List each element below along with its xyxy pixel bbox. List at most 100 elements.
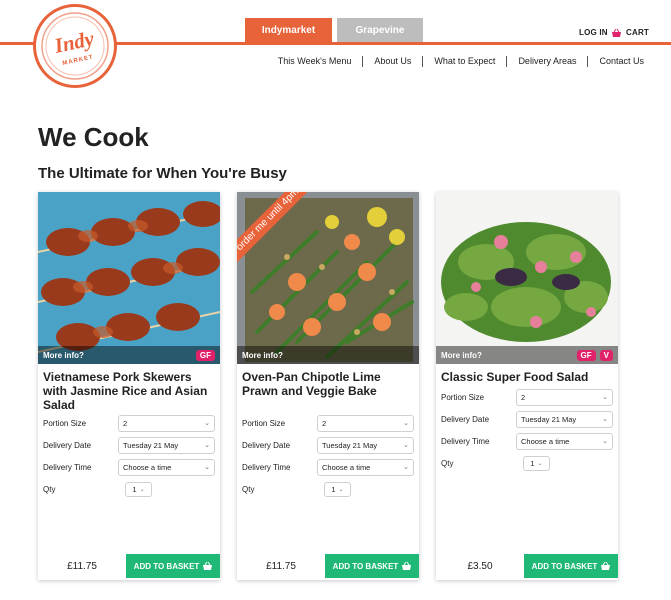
product-image[interactable]: order me until 4pm More info? [237,192,419,364]
time-row: Delivery Time Choose a time ⌄ [237,456,419,478]
diet-badges: GF V [576,349,613,361]
diet-badges: GF [195,349,215,361]
cart-label: CART [626,28,650,37]
chevron-down-icon: ⌄ [403,420,409,427]
add-to-basket-button[interactable]: ADD TO BASKET [126,554,220,578]
product-image[interactable]: More info? GF [38,192,220,364]
date-row: Delivery Date Tuesday 21 May ⌄ [436,408,618,430]
nav-about-us[interactable]: About Us [362,56,422,67]
date-row: Delivery Date Tuesday 21 May ⌄ [237,434,419,456]
logo-subtext: MARKET [62,54,94,66]
product-card: More info? GF Vietnamese Pork Skewers wi… [38,192,220,580]
chevron-down-icon: ⌄ [403,442,409,449]
delivery-time-label: Delivery Time [43,462,92,472]
basket-icon [601,562,611,570]
product-name: Vietnamese Pork Skewers with Jasmine Ric… [43,370,208,412]
chevron-down-icon: ⌄ [204,442,210,449]
portion-value: 2 [322,418,327,428]
qty-value: 1 [530,458,535,468]
portion-label: Portion Size [441,392,485,402]
qty-select[interactable]: 1 ⌄ [324,481,351,497]
qty-select[interactable]: 1 ⌄ [125,481,152,497]
chevron-down-icon: ⌄ [602,394,608,401]
basket-icon [402,562,412,570]
delivery-date-select[interactable]: Tuesday 21 May ⌄ [516,410,613,428]
add-to-basket-button[interactable]: ADD TO BASKET [524,554,618,578]
delivery-time-select[interactable]: Choose a time ⌄ [516,432,613,450]
card-footer: £11.75 ADD TO BASKET [237,552,419,580]
nav-this-weeks-menu[interactable]: This Week's Menu [267,56,363,67]
qty-row: Qty 1 ⌄ [436,452,618,474]
delivery-date-label: Delivery Date [43,440,92,450]
add-to-basket-label: ADD TO BASKET [332,561,399,571]
price: £11.75 [67,560,97,572]
delivery-time-value: Choose a time [123,462,172,472]
portion-select[interactable]: 2 ⌄ [118,414,215,432]
cart-link[interactable]: CART [612,28,649,37]
delivery-date-select[interactable]: Tuesday 21 May ⌄ [317,436,414,454]
portion-value: 2 [123,418,128,428]
product-card: order me until 4pm More info? Oven-Pan C… [237,192,419,580]
page-subtitle: The Ultimate for When You're Busy [38,165,287,182]
chevron-down-icon: ⌄ [537,460,543,467]
delivery-date-label: Delivery Date [441,414,490,424]
add-to-basket-button[interactable]: ADD TO BASKET [325,554,419,578]
product-name: Oven-Pan Chipotle Lime Prawn and Veggie … [242,370,381,398]
date-row: Delivery Date Tuesday 21 May ⌄ [38,434,220,456]
portion-label: Portion Size [43,418,87,428]
add-to-basket-label: ADD TO BASKET [531,561,598,571]
price: £11.75 [266,560,296,572]
portion-row: Portion Size 2 ⌄ [237,412,419,434]
qty-row: Qty 1 ⌄ [237,478,419,500]
qty-select[interactable]: 1 ⌄ [523,455,550,471]
portion-label: Portion Size [242,418,286,428]
indymarket-logo[interactable]: Indy MARKET [33,4,117,88]
page-title: We Cook [38,122,149,152]
portion-select[interactable]: 2 ⌄ [516,388,613,406]
chevron-down-icon: ⌄ [602,416,608,423]
logo-text: Indy [51,26,96,58]
product-card: More info? GF V Classic Super Food Salad… [436,192,618,580]
portion-value: 2 [521,392,526,402]
portion-row: Portion Size 2 ⌄ [38,412,220,434]
product-name: Classic Super Food Salad [441,370,589,384]
skewers-photo [38,192,220,364]
salad-photo [436,192,618,364]
more-info-link[interactable]: More info? [242,351,283,360]
tab-indymarket[interactable]: Indymarket [245,18,332,42]
product-image[interactable]: More info? GF V [436,192,618,364]
more-info-link[interactable]: More info? [43,351,84,360]
delivery-time-value: Choose a time [322,462,371,472]
delivery-date-label: Delivery Date [242,440,291,450]
chevron-down-icon: ⌄ [403,464,409,471]
delivery-time-select[interactable]: Choose a time ⌄ [317,458,414,476]
portion-select[interactable]: 2 ⌄ [317,414,414,432]
delivery-date-value: Tuesday 21 May [123,440,179,450]
delivery-date-select[interactable]: Tuesday 21 May ⌄ [118,436,215,454]
qty-label: Qty [242,484,255,494]
qty-label: Qty [441,458,454,468]
login-link[interactable]: LOG IN [579,28,608,37]
delivery-time-label: Delivery Time [441,436,490,446]
qty-label: Qty [43,484,56,494]
nav-delivery-areas[interactable]: Delivery Areas [506,56,587,67]
time-row: Delivery Time Choose a time ⌄ [38,456,220,478]
basket-icon [612,28,621,37]
time-row: Delivery Time Choose a time ⌄ [436,430,618,452]
nav-contact-us[interactable]: Contact Us [587,56,655,67]
chevron-down-icon: ⌄ [602,438,608,445]
image-info-bar: More info? GF V [436,346,618,364]
tab-grapevine[interactable]: Grapevine [337,18,423,42]
card-footer: £11.75 ADD TO BASKET [38,552,220,580]
image-info-bar: More info? GF [38,346,220,364]
delivery-time-value: Choose a time [521,436,570,446]
gluten-free-badge: GF [195,349,215,361]
delivery-time-select[interactable]: Choose a time ⌄ [118,458,215,476]
price: £3.50 [467,560,493,572]
vegetarian-badge: V [599,349,613,361]
qty-row: Qty 1 ⌄ [38,478,220,500]
delivery-date-value: Tuesday 21 May [322,440,378,450]
main-nav: This Week's Menu About Us What to Expect… [267,56,655,67]
more-info-link[interactable]: More info? [441,351,482,360]
nav-what-to-expect[interactable]: What to Expect [422,56,506,67]
